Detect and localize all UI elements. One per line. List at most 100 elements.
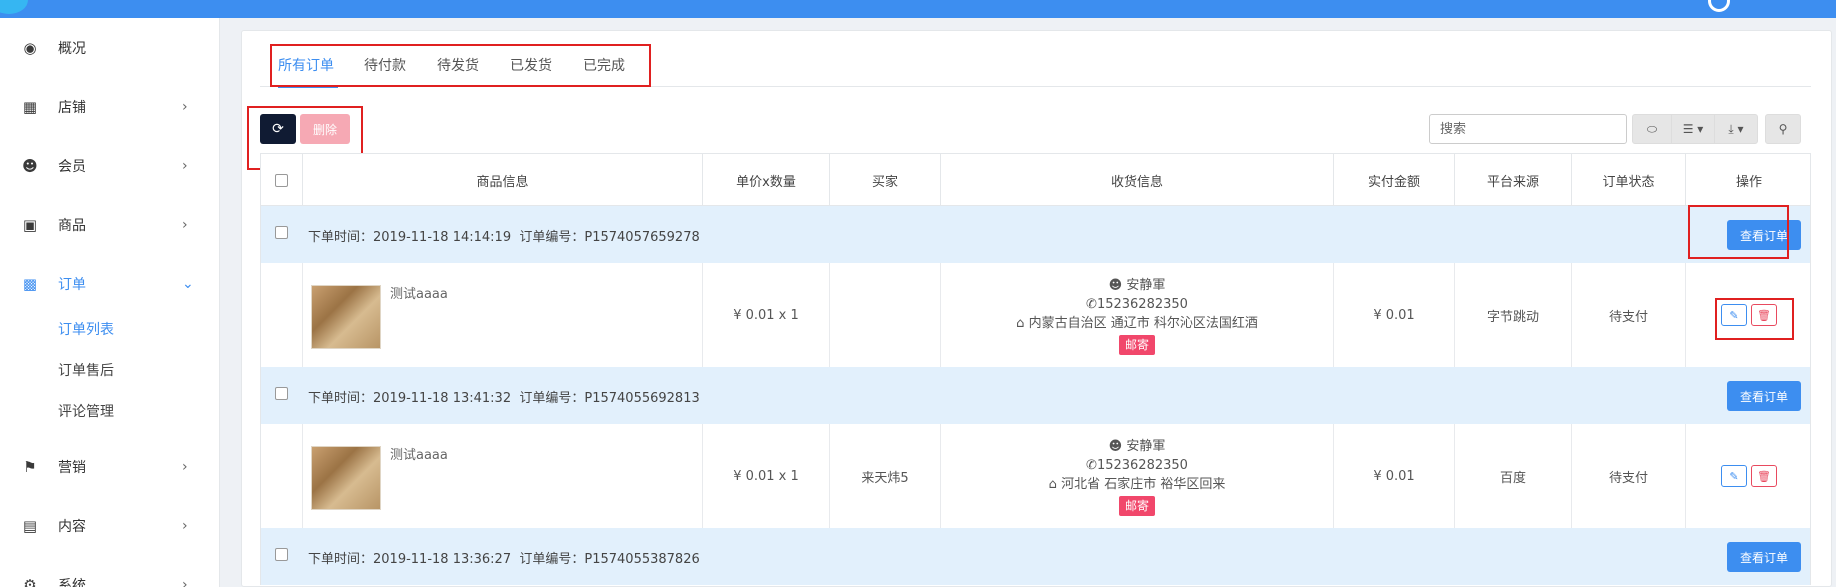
ship-method-badge: 邮寄 — [1118, 495, 1155, 516]
view-order-button[interactable]: 查看订单 — [1727, 381, 1801, 411]
order-checkbox[interactable] — [275, 548, 288, 561]
sidebar-item-orders[interactable]: ▩ 订单 ⌄ — [0, 264, 220, 304]
view-order-button[interactable]: 查看订单 — [1727, 542, 1801, 572]
goods-cell: 测试aaaa — [303, 263, 703, 367]
ship-method-badge: 邮寄 — [1118, 334, 1155, 355]
platform-cell: 百度 — [1455, 424, 1572, 528]
row-spacer-cell — [261, 263, 303, 367]
order-no: P1574055387826 — [584, 552, 700, 567]
table-header: 商品信息 单价x数量 买家 收货信息 实付金额 平台来源 订单状态 操作 — [260, 153, 1811, 207]
ship-name: ☻ 安静軍 — [1108, 277, 1166, 293]
search-input[interactable] — [1429, 114, 1627, 144]
header-goods: 商品信息 — [303, 154, 703, 207]
user-icon[interactable] — [1708, 0, 1730, 12]
sidebar-item-system[interactable]: ⚙ 系统 › — [0, 565, 220, 587]
ship-phone-text: 15236282350 — [1096, 457, 1188, 473]
sidebar-item-label: 会员 — [58, 159, 86, 175]
price-qty-cell: ¥ 0.01 x 1 — [703, 263, 830, 367]
highlight-box-row-actions — [1715, 298, 1794, 340]
order-time-label: 下单时间： — [308, 391, 374, 406]
delete-order-button[interactable]: 🗑 — [1751, 465, 1777, 487]
ship-address: ⌂ 内蒙古自治区 通辽市 科尔沁区法国红酒 — [1016, 315, 1258, 331]
gear-icon: ⚙ — [23, 576, 37, 587]
users-icon: ☻ — [22, 157, 38, 175]
sidebar-item-members[interactable]: ☻ 会员 › — [0, 146, 220, 186]
sidebar-item-label: 商品 — [58, 218, 86, 234]
select-all-checkbox[interactable] — [275, 174, 288, 187]
logo-icon — [0, 0, 28, 14]
sidebar-sub-after-sales[interactable]: 订单售后 — [58, 360, 114, 380]
ship-address: ⌂ 河北省 石家庄市 裕华区回来 — [1048, 476, 1226, 492]
order-checkbox[interactable] — [275, 226, 288, 239]
order-meta: 下单时间：2019-11-18 13:41:32 订单编号：P157405569… — [308, 387, 700, 406]
order-header-row: 下单时间：2019-11-18 13:41:32 订单编号：P157405569… — [260, 367, 1811, 424]
header-actions: 操作 — [1735, 175, 1762, 190]
header-paid: 实付金额 — [1334, 154, 1455, 207]
sidebar-item-overview[interactable]: ◉ 概况 — [0, 28, 220, 68]
document-icon: ▤ — [22, 517, 38, 535]
paid-cell: ¥ 0.01 — [1334, 424, 1455, 528]
columns-icon: ☰ ▾ — [1682, 122, 1704, 136]
highlight-box-tabs — [270, 44, 651, 87]
order-no-label: 订单编号： — [519, 552, 585, 567]
order-item-row: 测试aaaa ¥ 0.01 x 1 来天炜5 ☻ 安静軍 ✆1523628235… — [260, 424, 1811, 528]
search-button[interactable]: ⚲ — [1765, 114, 1801, 144]
sidebar-item-label: 营销 — [58, 460, 86, 476]
chevron-right-icon: › — [182, 99, 188, 115]
sidebar-item-label: 店铺 — [58, 100, 86, 116]
search-icon: ⚲ — [1778, 122, 1788, 136]
product-thumbnail[interactable] — [311, 446, 381, 510]
order-meta: 下单时间：2019-11-18 13:36:27 订单编号：P157405538… — [308, 548, 700, 567]
platform-cell: 字节跳动 — [1455, 263, 1572, 367]
order-time-label: 下单时间： — [308, 230, 374, 245]
order-time: 2019-11-18 13:36:27 — [373, 552, 512, 567]
sidebar-sub-reviews[interactable]: 评论管理 — [58, 401, 114, 421]
status-cell: 待支付 — [1572, 263, 1686, 367]
order-no: P1574055692813 — [584, 391, 700, 406]
product-thumbnail[interactable] — [311, 285, 381, 349]
pencil-icon: ✎ — [1729, 469, 1739, 483]
ship-name-text: 安静軍 — [1126, 277, 1166, 293]
order-checkbox[interactable] — [275, 387, 288, 400]
highlight-box-view-order — [1688, 205, 1789, 259]
sidebar-item-label: 概况 — [58, 41, 86, 57]
order-header-row: 下单时间：2019-11-18 14:14:19 订单编号：P157405765… — [260, 206, 1811, 263]
sidebar: ◉ 概况 ▦ 店铺 › ☻ 会员 › ▣ 商品 › ▩ 订单 ⌄ 订单列表 订单… — [0, 18, 220, 587]
ship-name-text: 安静軍 — [1126, 438, 1166, 454]
header-shipping: 收货信息 — [941, 154, 1334, 207]
chevron-right-icon: › — [182, 518, 188, 534]
trash-icon: 🗑 — [1757, 469, 1771, 483]
top-bar — [0, 0, 1836, 18]
paid-cell: ¥ 0.01 — [1334, 263, 1455, 367]
money-icon: ▩ — [22, 275, 38, 293]
columns-button[interactable]: ☰ ▾ — [1671, 114, 1715, 144]
header-price-qty: 单价x数量 — [703, 154, 830, 207]
ship-phone: ✆15236282350 — [1086, 296, 1188, 312]
ship-phone: ✆15236282350 — [1086, 457, 1188, 473]
order-no: P1574057659278 — [584, 230, 700, 245]
header-checkbox-cell — [261, 154, 303, 207]
sidebar-item-label: 内容 — [58, 519, 86, 535]
goods-name[interactable]: 测试aaaa — [390, 444, 448, 463]
sidebar-item-shop[interactable]: ▦ 店铺 › — [0, 87, 220, 127]
status-cell: 待支付 — [1572, 424, 1686, 528]
toggle-view-button[interactable]: ⬭ — [1632, 114, 1672, 144]
flag-icon: ⚑ — [23, 458, 37, 476]
cart-icon: ▣ — [22, 216, 38, 234]
order-panel: 所有订单 待付款 待发货 已发货 已完成 ⟳ 删除 ⬭ ☰ ▾ ⤓ ▾ ⚲ 商品… — [241, 30, 1832, 587]
sidebar-item-products[interactable]: ▣ 商品 › — [0, 205, 220, 245]
order-no-label: 订单编号： — [519, 391, 585, 406]
order-header-row: 下单时间：2019-11-18 13:36:27 订单编号：P157405538… — [260, 528, 1811, 585]
sidebar-sub-order-list[interactable]: 订单列表 — [58, 319, 114, 339]
row-spacer-cell — [261, 424, 303, 528]
goods-name[interactable]: 测试aaaa — [390, 283, 448, 302]
export-button[interactable]: ⤓ ▾ — [1714, 114, 1758, 144]
dashboard-icon: ◉ — [23, 39, 37, 57]
goods-cell: 测试aaaa — [303, 424, 703, 528]
sidebar-item-content[interactable]: ▤ 内容 › — [0, 506, 220, 546]
header-status: 订单状态 — [1572, 154, 1686, 207]
sidebar-item-marketing[interactable]: ⚑ 营销 › — [0, 447, 220, 487]
grid-icon: ▦ — [22, 98, 38, 116]
shipping-cell: ☻ 安静軍 ✆15236282350 ⌂ 河北省 石家庄市 裕华区回来 邮寄 — [941, 424, 1334, 528]
edit-button[interactable]: ✎ — [1721, 465, 1747, 487]
